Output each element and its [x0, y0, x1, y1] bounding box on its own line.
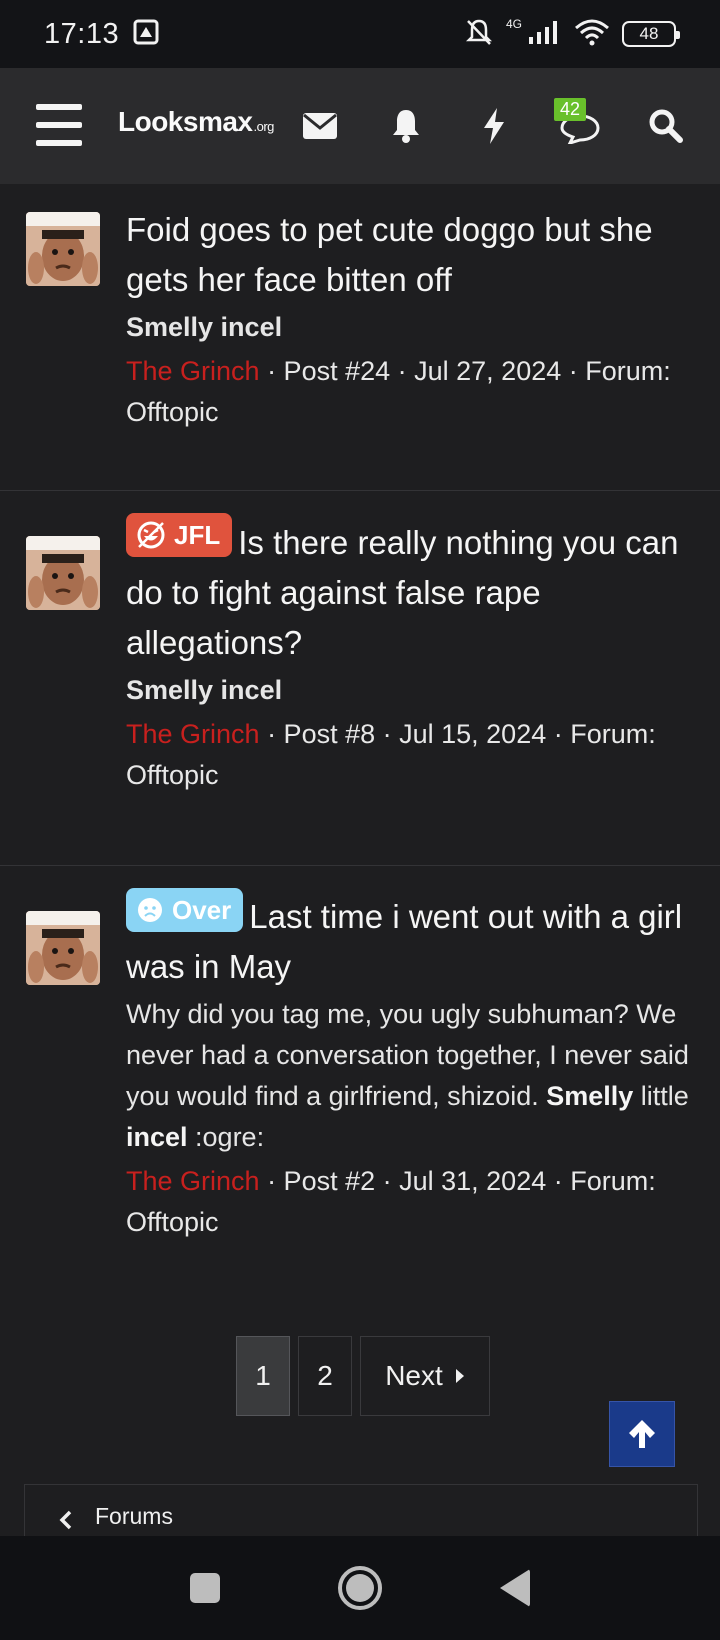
- snippet-text: :ogre:: [187, 1122, 265, 1152]
- prefix-label: JFL: [174, 520, 221, 550]
- post-meta: The Grinch · Post #24 · Jul 27, 2024 · F…: [126, 351, 700, 433]
- app-header: Looksmax.org 42: [0, 68, 720, 184]
- laughing-face-icon: [137, 521, 165, 549]
- list-item[interactable]: Foid goes to pet cute doggo but she gets…: [0, 184, 720, 491]
- next-label: Next: [385, 1360, 443, 1391]
- menu-icon[interactable]: [36, 104, 82, 146]
- post-meta: The Grinch · Post #2 · Jul 31, 2024 · Fo…: [126, 1161, 700, 1243]
- prefix-badge-over[interactable]: Over: [126, 888, 244, 932]
- thread-title[interactable]: JFL Is there really nothing you can do to…: [126, 513, 700, 668]
- page-button-2[interactable]: 2: [298, 1336, 352, 1416]
- bell-muted-icon: [464, 17, 494, 52]
- bell-icon[interactable]: [384, 104, 428, 148]
- screenshot-icon: [133, 19, 159, 50]
- page-button-1[interactable]: 1: [236, 1336, 290, 1416]
- next-page-button[interactable]: Next: [360, 1336, 490, 1416]
- prefix-label: Over: [172, 895, 232, 925]
- logo-main: Looksmax: [118, 106, 253, 137]
- envelope-icon[interactable]: [298, 104, 342, 148]
- back-button[interactable]: [500, 1569, 530, 1607]
- snippet-text: little: [633, 1081, 689, 1111]
- list-item[interactable]: JFL Is there really nothing you can do to…: [0, 491, 720, 866]
- status-bar: 17:13 4G 48: [0, 0, 720, 68]
- status-time: 17:13: [44, 17, 120, 50]
- list-item[interactable]: Over Last time i went out with a girl was…: [0, 866, 720, 1266]
- home-button[interactable]: [338, 1566, 382, 1610]
- arrow-up-icon: [629, 1420, 655, 1448]
- avatar[interactable]: [26, 536, 100, 610]
- post-snippet: Why did you tag me, you ugly subhuman? W…: [126, 994, 700, 1158]
- search-icon[interactable]: [644, 104, 688, 148]
- post-snippet: Smelly incel: [126, 312, 283, 342]
- system-nav-bar: [0, 1536, 720, 1640]
- author-link[interactable]: The Grinch: [126, 719, 260, 749]
- author-link[interactable]: The Grinch: [126, 1166, 260, 1196]
- thread-title[interactable]: Foid goes to pet cute doggo but she gets…: [126, 205, 700, 305]
- sad-face-icon: [138, 898, 162, 922]
- site-logo[interactable]: Looksmax.org: [118, 106, 274, 138]
- breadcrumb[interactable]: Forums: [24, 1484, 698, 1536]
- breadcrumb-label[interactable]: Forums: [95, 1503, 173, 1530]
- avatar[interactable]: [26, 212, 100, 286]
- scroll-to-top-button[interactable]: [609, 1401, 675, 1467]
- pagination: 1 2 Next: [236, 1336, 490, 1416]
- thread-title[interactable]: Over Last time i went out with a girl was…: [126, 888, 700, 992]
- avatar[interactable]: [26, 911, 100, 985]
- post-meta: The Grinch · Post #8 · Jul 15, 2024 · Fo…: [126, 714, 700, 796]
- snippet-highlight: Smelly: [546, 1081, 634, 1111]
- author-link[interactable]: The Grinch: [126, 356, 260, 386]
- logo-suffix: .org: [253, 119, 275, 134]
- lightning-icon[interactable]: [472, 104, 516, 148]
- notification-badge[interactable]: 42: [554, 98, 587, 121]
- wifi-icon: [574, 18, 610, 51]
- caret-right-icon: [455, 1369, 464, 1383]
- post-snippet: Smelly incel: [126, 675, 283, 705]
- chevron-left-icon: [59, 1510, 72, 1530]
- prefix-badge-jfl[interactable]: JFL: [126, 513, 233, 557]
- thread-title-text[interactable]: Foid goes to pet cute doggo but she gets…: [126, 211, 653, 298]
- recents-button[interactable]: [190, 1573, 220, 1603]
- network-label: 4G: [505, 17, 522, 31]
- signal-icon: [528, 19, 562, 50]
- snippet-highlight: incel: [126, 1122, 188, 1152]
- battery-icon: 48: [622, 21, 680, 47]
